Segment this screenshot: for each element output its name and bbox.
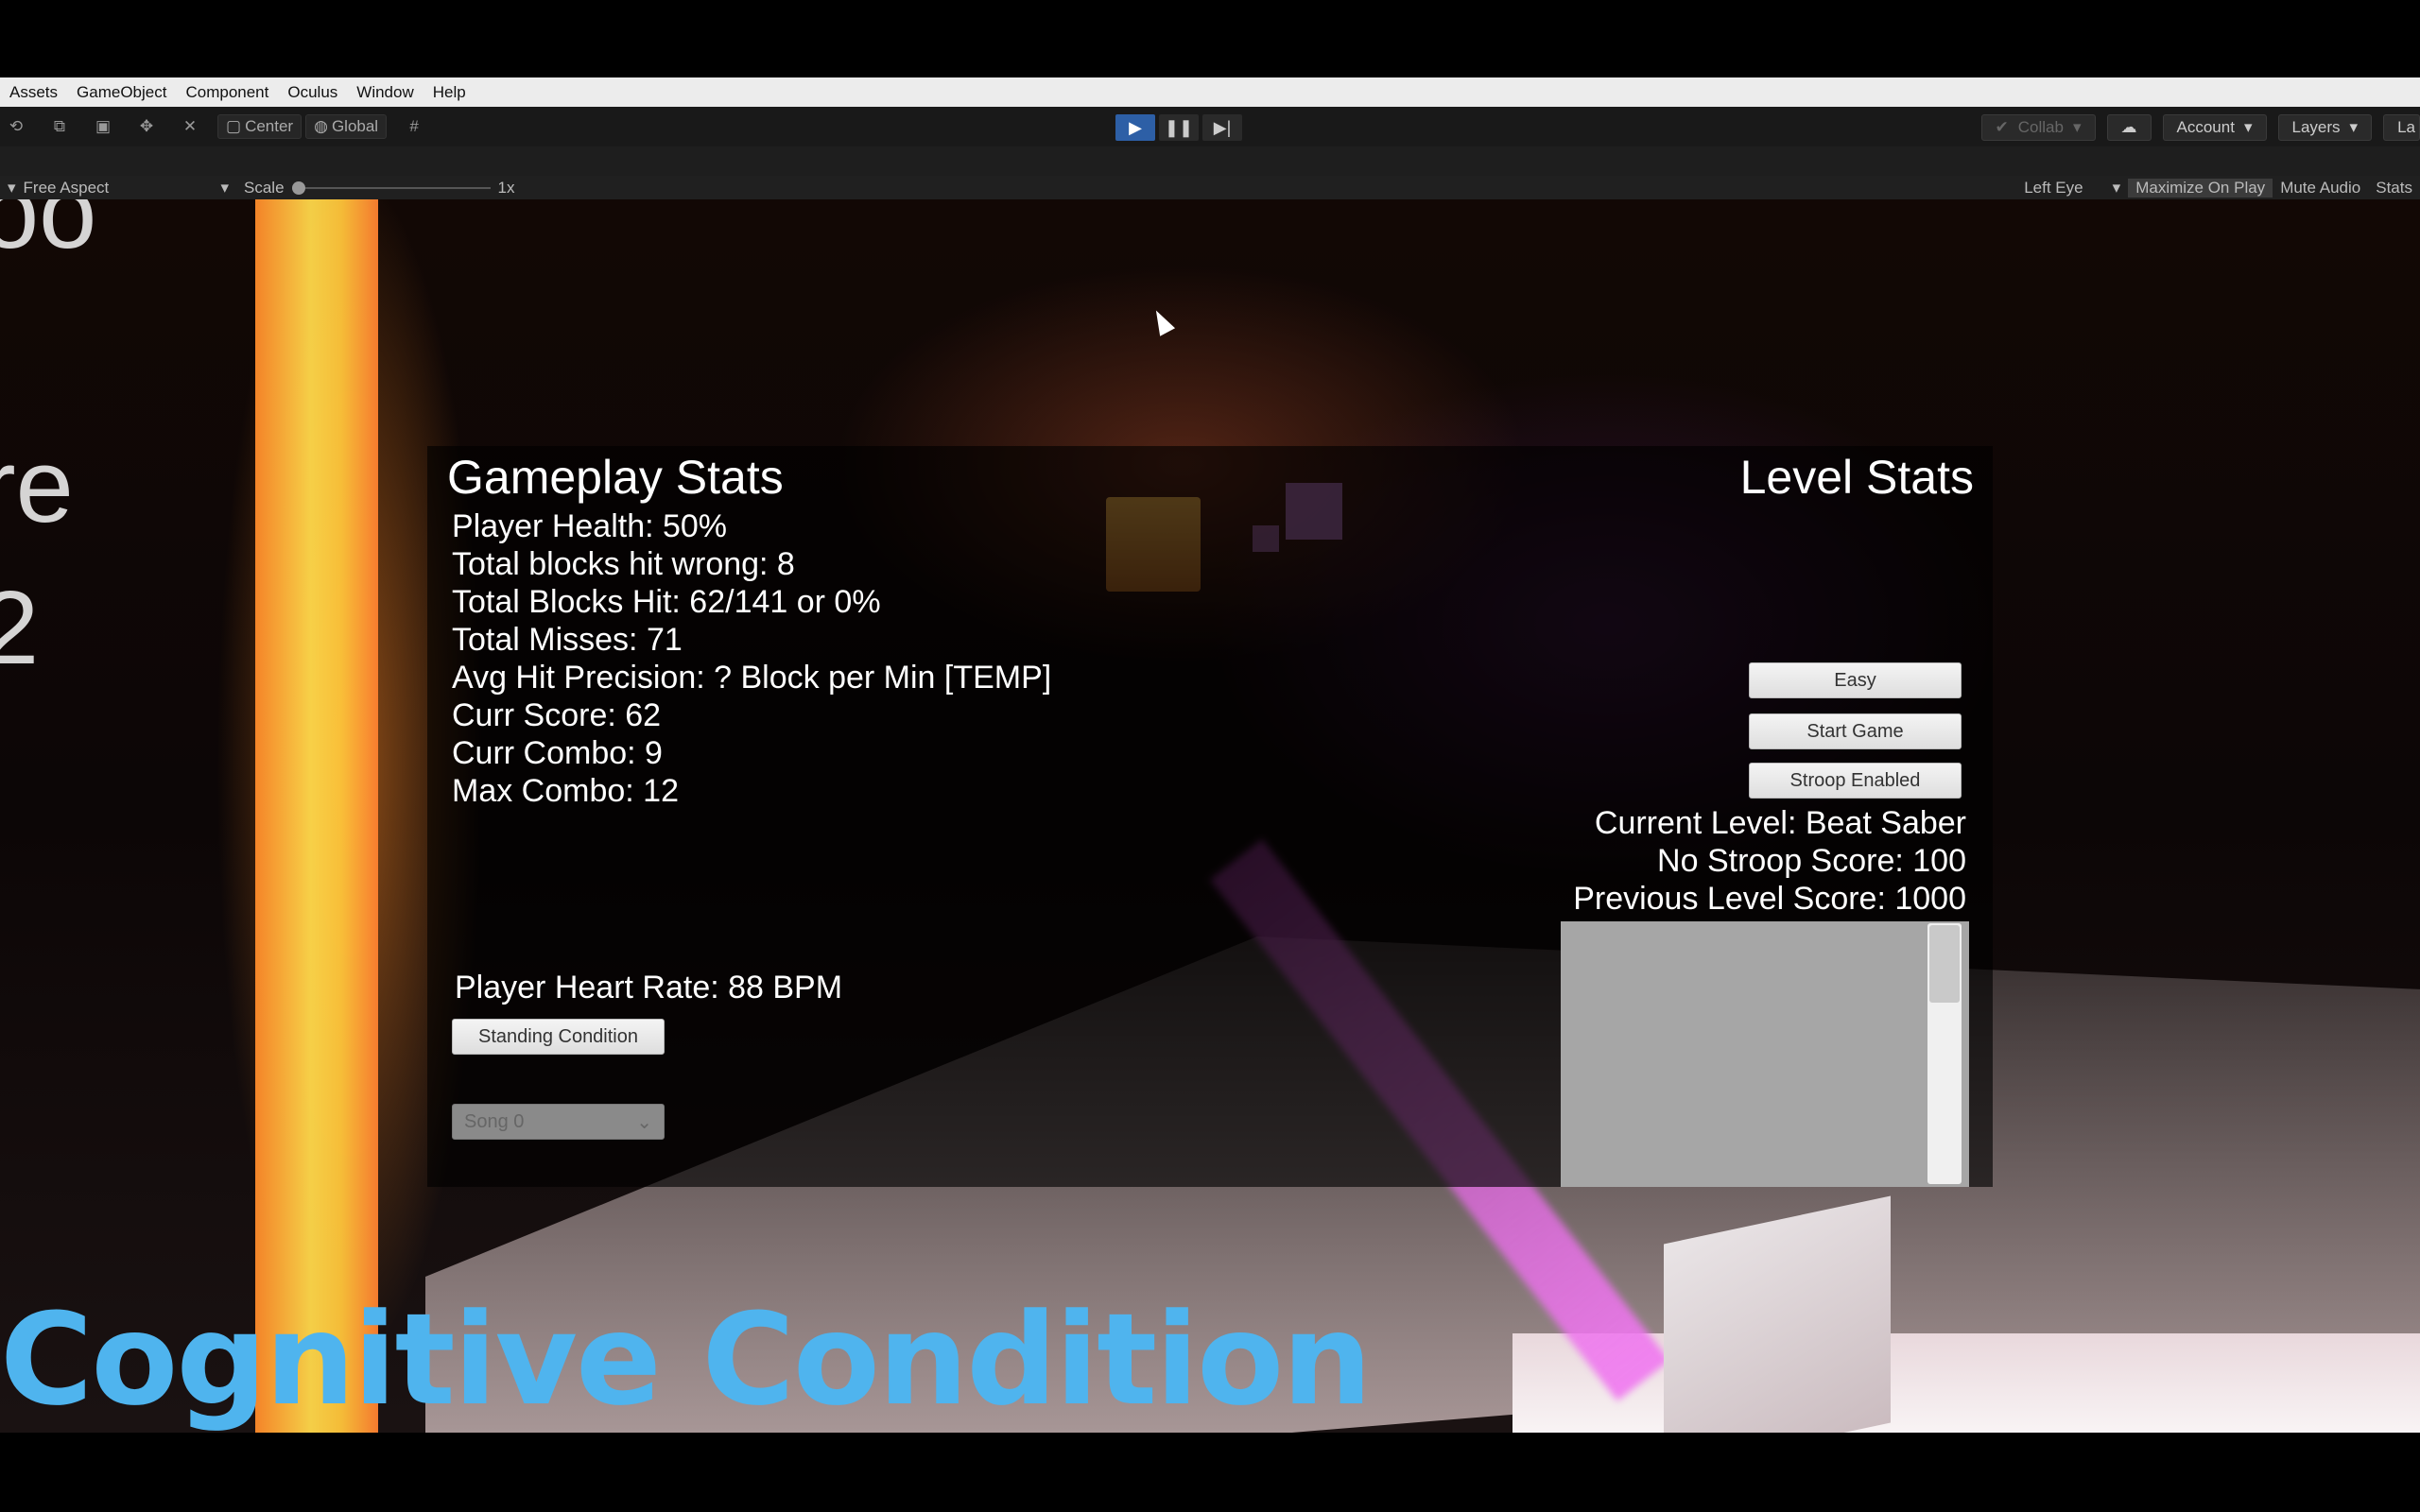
layout-label: La: [2397, 118, 2415, 136]
play-controls: ▶ ❚❚ ▶|: [1115, 114, 1242, 141]
chevron-down-icon: ▾: [2072, 118, 2082, 136]
game-view-options: Left Eye ▾ Maximize On Play Mute Audio S…: [2016, 176, 2420, 199]
space-label: Global: [331, 117, 379, 135]
menu-assets[interactable]: Assets: [0, 83, 67, 102]
stat-blocks-hit: Total Blocks Hit: 62/141 or 0%: [452, 584, 881, 620]
previous-level-score: Previous Level Score: 1000: [1573, 881, 1966, 917]
stat-hit-precision: Avg Hit Precision: ? Block per Min [TEMP…: [452, 660, 1052, 696]
account-dropdown[interactable]: Account ▾: [2162, 114, 2267, 141]
no-stroop-score: No Stroop Score: 100: [1657, 843, 1966, 879]
step-button[interactable]: ▶|: [1202, 114, 1242, 141]
scale-tool-icon[interactable]: ⧉: [43, 114, 76, 139]
chevron-down-icon: ▾: [220, 178, 229, 197]
layers-label: Layers: [2291, 118, 2341, 136]
eye-dropdown[interactable]: Left Eye ▾: [2016, 179, 2128, 198]
toolbar-right: ✔ Collab ▾ ☁ Account ▾ Layers ▾ La: [1980, 114, 2420, 141]
pivot-icon: ▢: [226, 117, 242, 135]
collab-dropdown[interactable]: ✔ Collab ▾: [1980, 114, 2096, 141]
chevron-down-icon: ▾: [2112, 178, 2121, 197]
rotate-tool-icon[interactable]: ⟲: [0, 114, 32, 139]
layout-dropdown[interactable]: La: [2383, 114, 2420, 141]
play-button[interactable]: ▶: [1115, 114, 1155, 141]
aspect-dropdown[interactable]: ▾ Free Aspect ▾: [0, 179, 236, 198]
scale-slider[interactable]: [291, 180, 491, 195]
transform-tool-icon[interactable]: ✥: [130, 114, 163, 139]
pivot-toggle[interactable]: ▢ Center: [217, 114, 302, 139]
chevron-down-icon: ⌄: [636, 1111, 652, 1133]
grid-snap-icon[interactable]: #: [398, 114, 430, 139]
menu-arrow-icon: ▾: [8, 178, 16, 197]
globe-icon: ◍: [314, 117, 328, 135]
stat-curr-combo: Curr Combo: 9: [452, 735, 663, 771]
scale-label: Scale: [244, 178, 285, 197]
start-game-button[interactable]: Start Game: [1749, 713, 1962, 749]
stat-player-health: Player Health: 50%: [452, 508, 728, 544]
space-toggle[interactable]: ◍ Global: [305, 114, 388, 139]
menu-window[interactable]: Window: [347, 83, 423, 102]
chevron-down-icon: ▾: [2243, 118, 2253, 136]
maximize-on-play-toggle[interactable]: Maximize On Play: [2128, 178, 2273, 198]
stroop-toggle-button[interactable]: Stroop Enabled: [1749, 763, 1962, 799]
aspect-label: Free Aspect: [23, 178, 110, 197]
account-label: Account: [2176, 118, 2235, 136]
eye-label: Left Eye: [2024, 178, 2083, 197]
menu-help[interactable]: Help: [424, 83, 475, 102]
mouse-cursor-icon: [1148, 306, 1176, 336]
cloud-button[interactable]: ☁: [2106, 114, 2152, 141]
stat-max-combo: Max Combo: 12: [452, 773, 679, 809]
current-level: Current Level: Beat Saber: [1594, 805, 1966, 841]
menu-component[interactable]: Component: [176, 83, 278, 102]
level-scroll-view[interactable]: [1561, 921, 1969, 1187]
cloud-icon: ☁: [2120, 118, 2137, 136]
scrollbar[interactable]: [1927, 923, 1962, 1184]
rect-tool-icon[interactable]: ▣: [87, 114, 119, 139]
mute-audio-toggle[interactable]: Mute Audio: [2273, 179, 2368, 198]
chevron-down-icon: ▾: [2349, 118, 2359, 136]
collab-check-icon: ✔: [1995, 118, 2009, 136]
difficulty-button[interactable]: Easy: [1749, 662, 1962, 698]
menu-gameobject[interactable]: GameObject: [67, 83, 176, 102]
game-view-scene[interactable]: oo re 2 Gameplay Stats Level Stats Playe…: [0, 199, 2420, 1433]
toolbar-gap: [0, 146, 2420, 176]
scale-control: Scale 1x: [236, 179, 523, 198]
menubar: Assets GameObject Component Oculus Windo…: [0, 77, 2420, 107]
stat-total-misses: Total Misses: 71: [452, 622, 683, 658]
scene-partial-text: 2: [0, 570, 40, 686]
bottom-letterbox: [0, 1433, 2420, 1512]
heart-rate: Player Heart Rate: 88 BPM: [455, 970, 843, 1005]
pause-button[interactable]: ❚❚: [1159, 114, 1199, 141]
level-stats-title: Level Stats: [1739, 451, 1974, 504]
main-toolbar: ⟲ ⧉ ▣ ✥ ✕ ▢ Center ◍ Global # ▶ ❚❚ ▶| ✔ …: [0, 107, 2420, 146]
standing-condition-button[interactable]: Standing Condition: [452, 1019, 665, 1055]
scale-slider-knob[interactable]: [291, 180, 305, 195]
gameplay-stats-title: Gameplay Stats: [447, 451, 784, 504]
stat-curr-score: Curr Score: 62: [452, 697, 662, 733]
scale-value: 1x: [497, 178, 515, 197]
scene-partial-text: re: [0, 428, 74, 544]
game-view-toolbar: ▾ Free Aspect ▾ Scale 1x Left Eye ▾ Maxi…: [0, 176, 2420, 199]
custom-tool-icon[interactable]: ✕: [174, 114, 206, 139]
stats-toggle[interactable]: Stats: [2368, 179, 2420, 198]
stat-blocks-hit-wrong: Total blocks hit wrong: 8: [452, 546, 795, 582]
scrollbar-thumb[interactable]: [1929, 925, 1960, 1003]
stats-panel: Gameplay Stats Level Stats Player Health…: [427, 446, 1993, 1187]
song-select[interactable]: Song 0 ⌄: [452, 1104, 665, 1140]
menu-oculus[interactable]: Oculus: [278, 83, 347, 102]
song-select-value: Song 0: [464, 1110, 525, 1132]
light-pillar: [255, 199, 378, 1433]
condition-caption: Cognitive Condition: [0, 1286, 1373, 1433]
scene-partial-text: oo: [0, 199, 97, 270]
pivot-label: Center: [245, 117, 294, 135]
layers-dropdown[interactable]: Layers ▾: [2277, 114, 2373, 141]
collab-label: Collab: [2017, 118, 2064, 136]
